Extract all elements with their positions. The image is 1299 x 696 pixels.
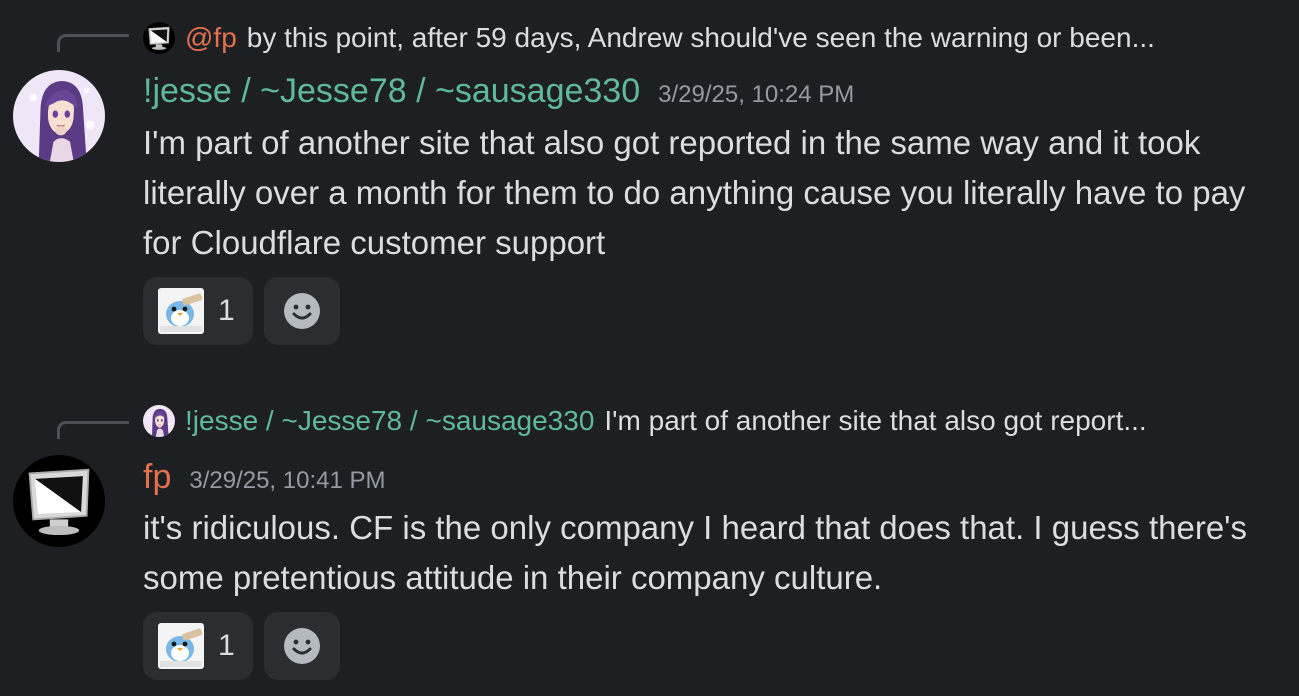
penguin-emoji: [158, 623, 204, 669]
reaction-pill[interactable]: 1: [143, 612, 253, 680]
reply-text: I'm part of another site that also got r…: [604, 405, 1147, 436]
smiley-add-reaction-icon: [284, 628, 320, 664]
reply-preview[interactable]: !jesse / ~Jesse78 / ~sausage330 I'm part…: [143, 401, 1147, 441]
message-2: !jesse / ~Jesse78 / ~sausage330 I'm part…: [0, 0, 1299, 696]
user-avatar[interactable]: [13, 455, 105, 547]
monitor-icon: [13, 455, 105, 547]
reaction-count: 1: [218, 629, 235, 662]
anime-girl-avatar: [143, 405, 175, 437]
add-reaction-button[interactable]: [264, 612, 340, 680]
message-body: it's ridiculous. CF is the only company …: [143, 509, 1247, 596]
reply-author[interactable]: !jesse / ~Jesse78 / ~sausage330: [185, 405, 594, 437]
author-name[interactable]: fp: [143, 458, 171, 497]
message-header: fp 3/29/25, 10:41 PM: [143, 458, 386, 497]
timestamp: 3/29/25, 10:41 PM: [189, 467, 386, 494]
reply-spine: [57, 421, 129, 439]
